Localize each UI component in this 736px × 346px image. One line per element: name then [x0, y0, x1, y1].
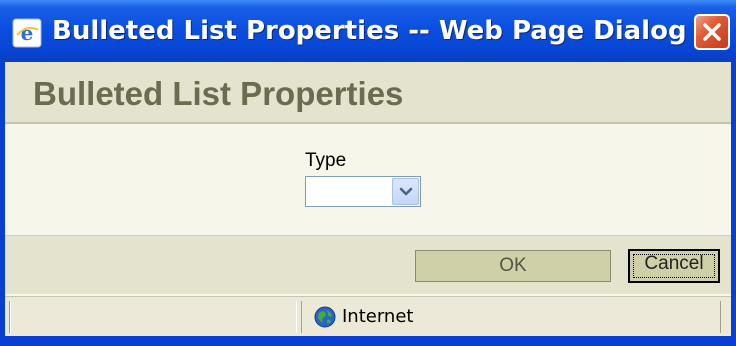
dialog-body: Type [5, 124, 731, 235]
status-text-pane [9, 301, 297, 333]
window-title: Bulleted List Properties -- Web Page Dia… [52, 16, 687, 46]
type-select[interactable] [305, 176, 421, 207]
ie-icon: e [12, 18, 42, 48]
header-band: Bulleted List Properties [5, 62, 731, 124]
close-icon [703, 23, 721, 41]
globe-icon [314, 306, 336, 333]
cancel-button-label: Cancel [644, 253, 704, 274]
svg-text:e: e [21, 21, 34, 45]
security-zone-text: Internet [342, 306, 414, 327]
close-button[interactable] [694, 14, 730, 50]
cancel-button[interactable]: Cancel [628, 249, 720, 283]
title-bar[interactable]: e Bulleted List Properties -- Web Page D… [0, 0, 736, 62]
dialog-window: e Bulleted List Properties -- Web Page D… [0, 0, 736, 346]
type-label: Type [305, 150, 347, 171]
status-bar: Internet [5, 296, 731, 336]
window-frame-bottom [0, 336, 736, 346]
page-title: Bulleted List Properties [33, 75, 404, 112]
chevron-down-icon [399, 187, 413, 196]
dialog-client-area: Bulleted List Properties Type OK Cancel [5, 62, 731, 308]
security-zone-pane[interactable]: Internet [301, 301, 721, 333]
button-band: OK Cancel [5, 235, 731, 294]
select-dropdown-button[interactable] [392, 178, 419, 205]
ok-button[interactable]: OK [415, 250, 611, 282]
